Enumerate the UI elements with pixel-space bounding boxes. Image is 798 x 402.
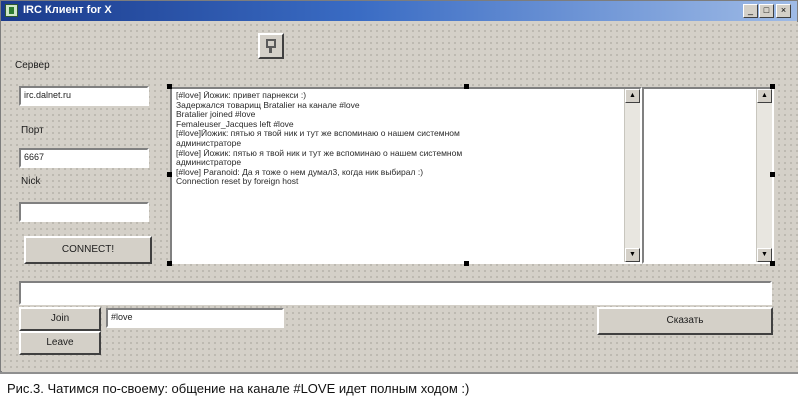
resize-handle[interactable] — [770, 84, 775, 89]
chat-log[interactable]: [#love] Йожик: привет парнекси :) Задерж… — [170, 87, 642, 264]
maximize-button[interactable]: □ — [759, 4, 774, 18]
chat-line: Задержался товарищ Bratalier на канале #… — [176, 100, 360, 110]
scroll-up-icon[interactable]: ▲ — [757, 89, 772, 103]
resize-handle[interactable] — [464, 84, 469, 89]
resize-handle[interactable] — [167, 172, 172, 177]
minimize-button[interactable]: _ — [743, 4, 758, 18]
resize-handle[interactable] — [167, 261, 172, 266]
chat-line: [#love]Йожик: пятью я твой ник и тут же … — [176, 129, 460, 139]
nick-label: Nick — [21, 176, 41, 187]
chat-line: Connection reset by foreign host — [176, 177, 299, 187]
message-input[interactable] — [19, 281, 772, 305]
chat-line: администраторе — [176, 158, 242, 168]
resize-handle[interactable] — [167, 84, 172, 89]
scroll-up-icon[interactable]: ▲ — [625, 89, 640, 103]
connect-button[interactable]: CONNECT! — [24, 236, 152, 264]
scroll-down-icon[interactable]: ▼ — [625, 248, 640, 262]
nick-input[interactable] — [19, 202, 149, 222]
chat-line: [#love] Йожик: привет парнекси :) — [176, 91, 307, 100]
say-button[interactable]: Сказать — [597, 307, 773, 335]
figure-caption: Рис.3. Чатимся по-своему: общение на кан… — [0, 372, 798, 402]
chat-line: Femaleuser_Jacques left #love — [176, 119, 294, 129]
chat-line: администраторе — [176, 138, 242, 148]
close-button[interactable]: × — [776, 4, 791, 18]
leave-button[interactable]: Leave — [19, 331, 101, 355]
resize-handle[interactable] — [770, 172, 775, 177]
join-button[interactable]: Join — [19, 307, 101, 331]
component-icon[interactable] — [258, 33, 284, 59]
scroll-down-icon[interactable]: ▼ — [757, 248, 772, 262]
window-title: IRC Клиент for X — [23, 4, 112, 16]
port-label: Порт — [21, 125, 44, 136]
resize-handle[interactable] — [770, 261, 775, 266]
chat-scrollbar[interactable]: ▲ ▼ — [624, 89, 640, 262]
app-window: IRC Клиент for X _ □ × Сервер irc.dalnet… — [0, 0, 798, 372]
chat-line: Bratalier joined #love — [176, 110, 256, 120]
chat-line: [#love] Paranoid: Да я тоже о нем думал3… — [176, 167, 424, 177]
resize-handle[interactable] — [464, 261, 469, 266]
app-icon — [5, 4, 18, 17]
port-input[interactable]: 6667 — [19, 148, 149, 168]
form-canvas: Сервер irc.dalnet.ru Порт 6667 Nick CONN… — [2, 22, 798, 372]
title-bar[interactable]: IRC Клиент for X _ □ × — [1, 1, 797, 21]
chat-lines: [#love] Йожик: привет парнекси :) Задерж… — [176, 91, 620, 187]
server-input[interactable]: irc.dalnet.ru — [19, 86, 149, 106]
user-list[interactable]: ▲ ▼ — [642, 87, 774, 264]
chat-line: [#love] Йожик: пятью я твой ник и тут же… — [176, 148, 463, 158]
server-label: Сервер — [15, 60, 50, 71]
channel-input[interactable]: #love — [106, 308, 284, 328]
